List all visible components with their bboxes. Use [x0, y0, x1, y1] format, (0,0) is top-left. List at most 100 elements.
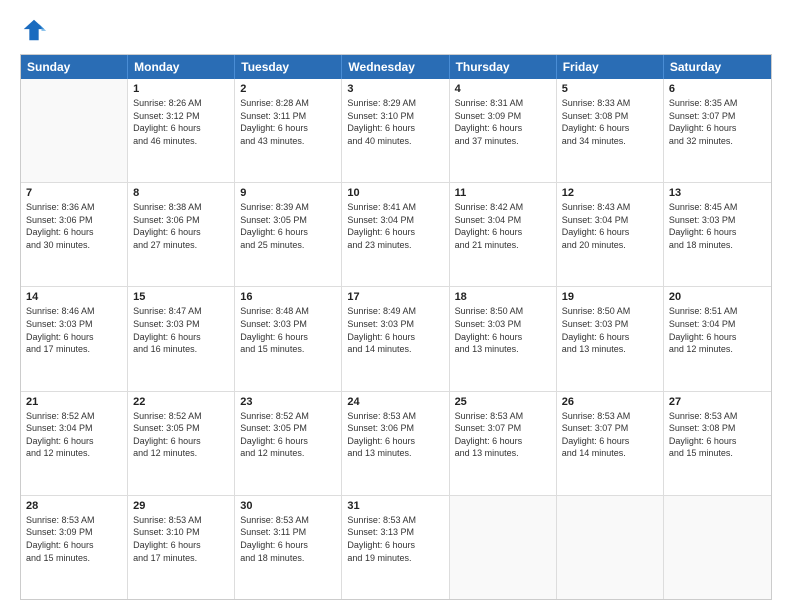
day-number: 21: [26, 396, 122, 408]
day-info: Sunrise: 8:48 AM Sunset: 3:03 PM Dayligh…: [240, 305, 336, 355]
day-info: Sunrise: 8:28 AM Sunset: 3:11 PM Dayligh…: [240, 97, 336, 147]
day-number: 14: [26, 291, 122, 303]
calendar-row-2: 14 Sunrise: 8:46 AM Sunset: 3:03 PM Dayli…: [21, 286, 771, 390]
day-number: 8: [133, 187, 229, 199]
day-info: Sunrise: 8:52 AM Sunset: 3:05 PM Dayligh…: [133, 410, 229, 460]
day-number: 3: [347, 83, 443, 95]
header-day-tuesday: Tuesday: [235, 55, 342, 79]
empty-cell-4-5: [557, 496, 664, 599]
day-cell-25: 25 Sunrise: 8:53 AM Sunset: 3:07 PM Dayli…: [450, 392, 557, 495]
header-day-thursday: Thursday: [450, 55, 557, 79]
header-day-saturday: Saturday: [664, 55, 771, 79]
day-number: 6: [669, 83, 766, 95]
day-info: Sunrise: 8:43 AM Sunset: 3:04 PM Dayligh…: [562, 201, 658, 251]
day-cell-7: 7Sunrise: 8:36 AM Sunset: 3:06 PM Daylig…: [21, 183, 128, 286]
day-number: 1: [133, 83, 229, 95]
day-cell-27: 27Sunrise: 8:53 AM Sunset: 3:08 PM Dayli…: [664, 392, 771, 495]
day-info: Sunrise: 8:50 AM Sunset: 3:03 PM Dayligh…: [562, 305, 658, 355]
header-day-monday: Monday: [128, 55, 235, 79]
day-info: Sunrise: 8:47 AM Sunset: 3:03 PM Dayligh…: [133, 305, 229, 355]
day-number: 7: [26, 187, 122, 199]
day-info: Sunrise: 8:45 AM Sunset: 3:03 PM Dayligh…: [669, 201, 766, 251]
day-number: 29: [133, 500, 229, 512]
day-info: Sunrise: 8:33 AM Sunset: 3:08 PM Dayligh…: [562, 97, 658, 147]
header-day-friday: Friday: [557, 55, 664, 79]
day-number: 28: [26, 500, 122, 512]
header: [20, 16, 772, 44]
logo-icon: [20, 16, 48, 44]
day-cell-18: 18 Sunrise: 8:50 AM Sunset: 3:03 PM Dayli…: [450, 287, 557, 390]
calendar-body: 1 Sunrise: 8:26 AM Sunset: 3:12 PM Daylig…: [21, 79, 771, 599]
day-cell-21: 21 Sunrise: 8:52 AM Sunset: 3:04 PM Dayli…: [21, 392, 128, 495]
day-cell-2: 2 Sunrise: 8:28 AM Sunset: 3:11 PM Daylig…: [235, 79, 342, 182]
day-info: Sunrise: 8:49 AM Sunset: 3:03 PM Dayligh…: [347, 305, 443, 355]
day-info: Sunrise: 8:26 AM Sunset: 3:12 PM Dayligh…: [133, 97, 229, 147]
day-number: 11: [455, 187, 551, 199]
day-cell-14: 14 Sunrise: 8:46 AM Sunset: 3:03 PM Dayli…: [21, 287, 128, 390]
day-cell-12: 12 Sunrise: 8:43 AM Sunset: 3:04 PM Dayli…: [557, 183, 664, 286]
day-cell-24: 24Sunrise: 8:53 AM Sunset: 3:06 PM Dayli…: [342, 392, 449, 495]
header-day-sunday: Sunday: [21, 55, 128, 79]
day-cell-20: 20 Sunrise: 8:51 AM Sunset: 3:04 PM Dayli…: [664, 287, 771, 390]
day-cell-13: 13 Sunrise: 8:45 AM Sunset: 3:03 PM Dayli…: [664, 183, 771, 286]
calendar-header: SundayMondayTuesdayWednesdayThursdayFrid…: [21, 55, 771, 79]
day-info: Sunrise: 8:31 AM Sunset: 3:09 PM Dayligh…: [455, 97, 551, 147]
day-number: 2: [240, 83, 336, 95]
day-number: 20: [669, 291, 766, 303]
day-number: 22: [133, 396, 229, 408]
day-info: Sunrise: 8:41 AM Sunset: 3:04 PM Dayligh…: [347, 201, 443, 251]
day-info: Sunrise: 8:53 AM Sunset: 3:10 PM Dayligh…: [133, 514, 229, 564]
day-cell-31: 31Sunrise: 8:53 AM Sunset: 3:13 PM Dayli…: [342, 496, 449, 599]
day-cell-19: 19Sunrise: 8:50 AM Sunset: 3:03 PM Dayli…: [557, 287, 664, 390]
header-day-wednesday: Wednesday: [342, 55, 449, 79]
day-number: 18: [455, 291, 551, 303]
calendar: SundayMondayTuesdayWednesdayThursdayFrid…: [20, 54, 772, 600]
day-cell-30: 30 Sunrise: 8:53 AM Sunset: 3:11 PM Dayli…: [235, 496, 342, 599]
logo: [20, 16, 52, 44]
day-number: 12: [562, 187, 658, 199]
day-info: Sunrise: 8:52 AM Sunset: 3:05 PM Dayligh…: [240, 410, 336, 460]
day-number: 13: [669, 187, 766, 199]
empty-cell-0-0: [21, 79, 128, 182]
day-number: 16: [240, 291, 336, 303]
day-cell-3: 3 Sunrise: 8:29 AM Sunset: 3:10 PM Daylig…: [342, 79, 449, 182]
day-cell-16: 16 Sunrise: 8:48 AM Sunset: 3:03 PM Dayli…: [235, 287, 342, 390]
day-number: 23: [240, 396, 336, 408]
day-number: 31: [347, 500, 443, 512]
calendar-row-1: 7Sunrise: 8:36 AM Sunset: 3:06 PM Daylig…: [21, 182, 771, 286]
calendar-row-3: 21 Sunrise: 8:52 AM Sunset: 3:04 PM Dayli…: [21, 391, 771, 495]
day-number: 10: [347, 187, 443, 199]
day-number: 15: [133, 291, 229, 303]
day-info: Sunrise: 8:51 AM Sunset: 3:04 PM Dayligh…: [669, 305, 766, 355]
day-cell-9: 9Sunrise: 8:39 AM Sunset: 3:05 PM Daylig…: [235, 183, 342, 286]
day-cell-17: 17 Sunrise: 8:49 AM Sunset: 3:03 PM Dayli…: [342, 287, 449, 390]
empty-cell-4-4: [450, 496, 557, 599]
day-number: 9: [240, 187, 336, 199]
day-cell-4: 4Sunrise: 8:31 AM Sunset: 3:09 PM Daylig…: [450, 79, 557, 182]
day-number: 17: [347, 291, 443, 303]
day-number: 30: [240, 500, 336, 512]
empty-cell-4-6: [664, 496, 771, 599]
day-info: Sunrise: 8:53 AM Sunset: 3:09 PM Dayligh…: [26, 514, 122, 564]
day-cell-1: 1 Sunrise: 8:26 AM Sunset: 3:12 PM Daylig…: [128, 79, 235, 182]
day-cell-5: 5Sunrise: 8:33 AM Sunset: 3:08 PM Daylig…: [557, 79, 664, 182]
day-info: Sunrise: 8:53 AM Sunset: 3:07 PM Dayligh…: [455, 410, 551, 460]
day-info: Sunrise: 8:38 AM Sunset: 3:06 PM Dayligh…: [133, 201, 229, 251]
day-info: Sunrise: 8:53 AM Sunset: 3:08 PM Dayligh…: [669, 410, 766, 460]
day-info: Sunrise: 8:29 AM Sunset: 3:10 PM Dayligh…: [347, 97, 443, 147]
calendar-row-4: 28 Sunrise: 8:53 AM Sunset: 3:09 PM Dayli…: [21, 495, 771, 599]
day-info: Sunrise: 8:42 AM Sunset: 3:04 PM Dayligh…: [455, 201, 551, 251]
day-number: 25: [455, 396, 551, 408]
day-number: 24: [347, 396, 443, 408]
day-info: Sunrise: 8:52 AM Sunset: 3:04 PM Dayligh…: [26, 410, 122, 460]
day-cell-8: 8 Sunrise: 8:38 AM Sunset: 3:06 PM Daylig…: [128, 183, 235, 286]
day-number: 26: [562, 396, 658, 408]
day-info: Sunrise: 8:50 AM Sunset: 3:03 PM Dayligh…: [455, 305, 551, 355]
day-info: Sunrise: 8:53 AM Sunset: 3:11 PM Dayligh…: [240, 514, 336, 564]
calendar-row-0: 1 Sunrise: 8:26 AM Sunset: 3:12 PM Daylig…: [21, 79, 771, 182]
day-cell-11: 11 Sunrise: 8:42 AM Sunset: 3:04 PM Dayli…: [450, 183, 557, 286]
day-cell-22: 22 Sunrise: 8:52 AM Sunset: 3:05 PM Dayli…: [128, 392, 235, 495]
day-info: Sunrise: 8:46 AM Sunset: 3:03 PM Dayligh…: [26, 305, 122, 355]
day-cell-10: 10 Sunrise: 8:41 AM Sunset: 3:04 PM Dayli…: [342, 183, 449, 286]
day-cell-26: 26Sunrise: 8:53 AM Sunset: 3:07 PM Dayli…: [557, 392, 664, 495]
